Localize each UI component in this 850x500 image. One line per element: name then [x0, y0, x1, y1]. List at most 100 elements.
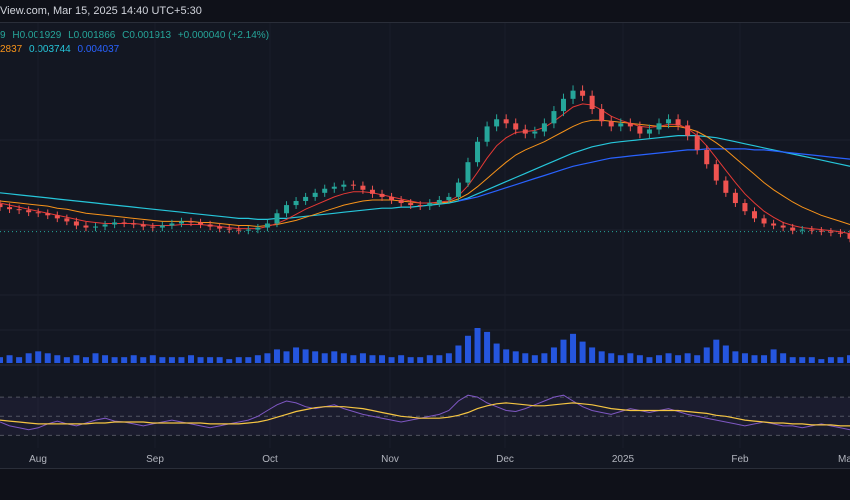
candle-body	[437, 200, 442, 203]
volume-bar	[541, 353, 547, 363]
volume-bar	[780, 353, 786, 363]
candle-body	[828, 232, 833, 233]
candle-body	[819, 231, 824, 232]
x-axis-tick-label: Sep	[146, 454, 164, 465]
volume-bar	[417, 357, 423, 363]
candle-body	[189, 221, 194, 222]
volume-bar	[503, 349, 509, 363]
candle-body	[93, 227, 98, 228]
candle-body	[0, 204, 3, 207]
volume-bar	[255, 355, 261, 363]
volume-bar	[455, 346, 461, 364]
candle-body	[55, 215, 60, 218]
candle-body	[762, 218, 767, 223]
volume-bar	[580, 342, 586, 363]
candle-body	[609, 121, 614, 126]
volume-bar	[274, 349, 280, 363]
volume-bar	[389, 357, 395, 363]
volume-bar	[64, 357, 70, 363]
volume-bar	[140, 357, 146, 363]
volume-bar	[685, 353, 691, 363]
candle-body	[389, 197, 394, 200]
candle-body	[7, 207, 12, 209]
volume-bar	[312, 351, 318, 363]
ma-slow-line	[0, 136, 850, 220]
candle-body	[742, 203, 747, 211]
candle-body	[704, 150, 709, 164]
volume-bar	[131, 355, 137, 363]
candle-body	[618, 123, 623, 126]
x-axis-tick-label: Feb	[731, 454, 749, 465]
volume-bar	[818, 359, 824, 363]
candle-body	[656, 123, 661, 129]
x-axis-tick-label: Aug	[29, 454, 47, 465]
candle-body	[150, 227, 155, 228]
volume-bar	[522, 353, 528, 363]
volume-bar	[599, 351, 605, 363]
volume-bar	[513, 351, 519, 363]
candle-body	[628, 123, 633, 126]
volume-bar	[207, 357, 213, 363]
volume-bar	[618, 355, 624, 363]
candle-body	[714, 164, 719, 180]
candle-body	[380, 194, 385, 197]
candle-body	[571, 91, 576, 99]
candle-body	[313, 193, 318, 197]
x-axis-tick-label: Dec	[496, 454, 514, 465]
candle-body	[64, 218, 69, 221]
volume-bar	[112, 357, 118, 363]
candle-body	[255, 228, 260, 230]
volume-bar	[264, 353, 270, 363]
volume-bar	[790, 357, 796, 363]
volume-bar	[35, 351, 41, 363]
volume-bar	[560, 340, 566, 363]
candle-body	[542, 123, 547, 131]
candle-body	[341, 185, 346, 187]
volume-bar	[704, 347, 710, 363]
candle-body	[800, 230, 805, 231]
volume-bar	[398, 355, 404, 363]
volume-bar	[694, 355, 700, 363]
candle-body	[217, 227, 222, 229]
candle-body	[74, 221, 79, 225]
volume-bar	[494, 344, 500, 363]
volume-bar	[475, 328, 481, 363]
candle-body	[83, 226, 88, 228]
candle-body	[504, 119, 509, 123]
candle-body	[590, 96, 595, 109]
candle-body	[169, 223, 174, 225]
volume-bar	[169, 357, 175, 363]
volume-bar	[465, 336, 471, 363]
candle-body	[561, 99, 566, 111]
candle-body	[131, 223, 136, 224]
candle-body	[647, 129, 652, 133]
candle-body	[160, 226, 165, 228]
candle-body	[446, 197, 451, 200]
price-chart-svg[interactable]: AugSepOctNovDec2025FebMa	[0, 0, 850, 468]
candle-body	[418, 205, 423, 206]
candle-body	[103, 225, 108, 227]
candle-body	[637, 126, 642, 133]
volume-bar	[713, 340, 719, 363]
volume-bar	[379, 355, 385, 363]
volume-bar	[570, 334, 576, 363]
candle-body	[838, 233, 843, 234]
volume-bar	[799, 357, 805, 363]
candle-body	[781, 226, 786, 228]
volume-bar	[446, 353, 452, 363]
ma-mid-line	[0, 120, 850, 226]
candle-body	[465, 162, 470, 182]
candle-body	[227, 229, 232, 230]
x-axis-tick-label: Oct	[262, 454, 278, 465]
volume-bar	[150, 355, 156, 363]
candle-body	[246, 230, 251, 231]
volume-bar	[284, 351, 290, 363]
candle-body	[36, 212, 41, 213]
bottom-toolbar	[0, 468, 850, 500]
candle-body	[284, 205, 289, 213]
candle-body	[599, 109, 604, 121]
volume-bar	[159, 357, 165, 363]
x-axis-tick-label: 2025	[612, 454, 635, 465]
candle-body	[513, 123, 518, 129]
volume-bar	[532, 355, 538, 363]
